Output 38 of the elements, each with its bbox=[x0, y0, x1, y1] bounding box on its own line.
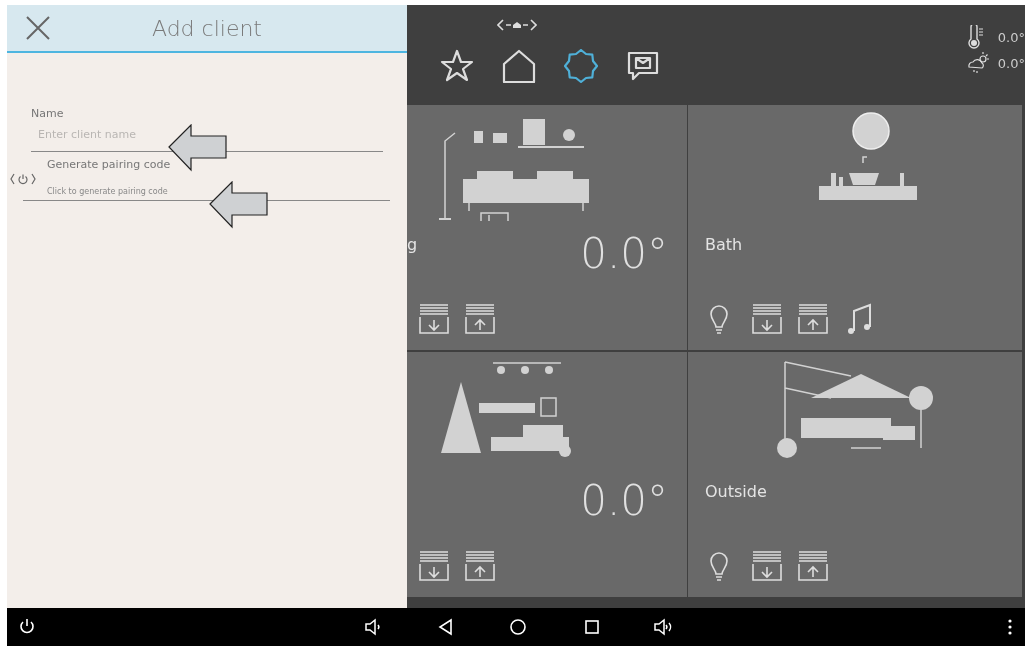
room-tile[interactable]: Outside bbox=[688, 352, 1022, 597]
weather-icon bbox=[965, 51, 990, 75]
input-field[interactable]: Enter client name bbox=[38, 128, 238, 141]
blind-up-icon[interactable] bbox=[797, 303, 829, 335]
home-icon[interactable] bbox=[502, 49, 536, 83]
room-tile[interactable]: g 0.0° bbox=[407, 105, 687, 350]
field-label: Name bbox=[31, 107, 65, 120]
gear-icon[interactable] bbox=[564, 49, 598, 83]
temperature-reading: 0.0° bbox=[580, 476, 668, 525]
blind-down-icon[interactable] bbox=[751, 550, 783, 582]
pairing-code-field[interactable]: Click to generate pairing code bbox=[47, 187, 247, 196]
pointer-arrow bbox=[168, 124, 228, 172]
room-name: Outside bbox=[705, 482, 767, 501]
home-indicator-icon bbox=[497, 19, 537, 31]
blind-down-icon[interactable] bbox=[418, 550, 450, 582]
volume-icon[interactable] bbox=[653, 617, 673, 637]
home-icon[interactable] bbox=[508, 617, 528, 637]
blind-up-icon[interactable] bbox=[797, 550, 829, 582]
room-tile[interactable]: Bath bbox=[688, 105, 1022, 350]
recents-icon[interactable] bbox=[582, 617, 602, 637]
pointer-arrow bbox=[209, 181, 269, 229]
blind-up-icon[interactable] bbox=[464, 550, 496, 582]
room-name: g bbox=[407, 235, 418, 254]
star-icon[interactable] bbox=[440, 49, 474, 83]
power-signal-icon bbox=[10, 173, 36, 185]
room-name: Bath bbox=[705, 235, 743, 254]
message-icon[interactable] bbox=[626, 49, 660, 83]
temperature-reading: 0.0° bbox=[997, 55, 1025, 71]
temperature-reading: 0.0° bbox=[580, 229, 668, 278]
blind-down-icon[interactable] bbox=[418, 303, 450, 335]
field-label: Generate pairing code bbox=[47, 158, 172, 171]
volume-icon[interactable] bbox=[363, 617, 383, 637]
room-tile[interactable]: 0.0° bbox=[407, 352, 687, 597]
drawer-title: Add client bbox=[152, 15, 262, 41]
close-icon[interactable] bbox=[25, 15, 51, 41]
blind-up-icon[interactable] bbox=[464, 303, 496, 335]
blind-down-icon[interactable] bbox=[751, 303, 783, 335]
temperature-reading: 0.0° bbox=[997, 29, 1025, 45]
